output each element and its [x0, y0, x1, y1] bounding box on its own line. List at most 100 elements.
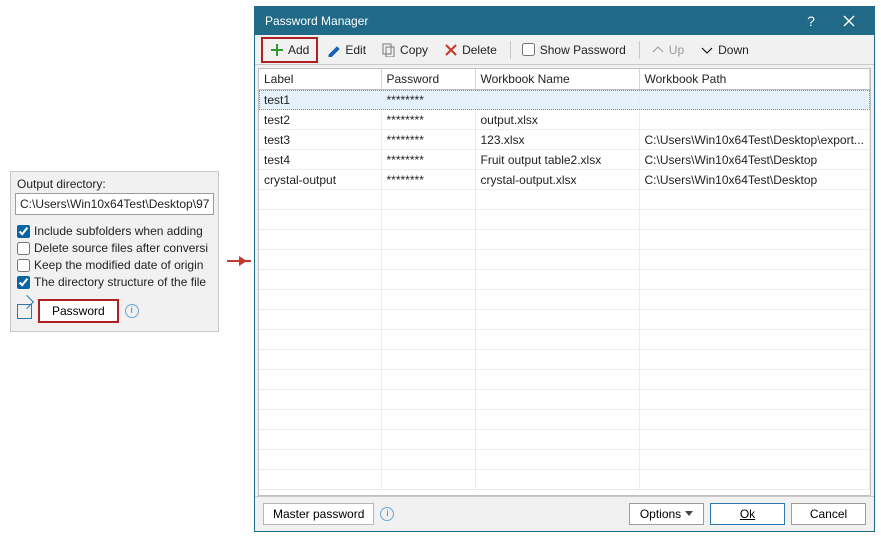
- cell: [381, 310, 475, 330]
- cell: [475, 90, 639, 110]
- chevron-down-icon: [700, 43, 714, 57]
- table-row[interactable]: [259, 350, 870, 370]
- close-button[interactable]: [830, 7, 868, 35]
- checkbox[interactable]: [17, 259, 30, 272]
- up-button[interactable]: Up: [644, 39, 691, 61]
- help-button[interactable]: ?: [792, 7, 830, 35]
- table-row[interactable]: [259, 250, 870, 270]
- cell: [475, 450, 639, 470]
- cell: [475, 290, 639, 310]
- col-password[interactable]: Password: [381, 69, 475, 90]
- table-row[interactable]: [259, 390, 870, 410]
- table-row[interactable]: [259, 210, 870, 230]
- cell: [475, 210, 639, 230]
- cell: [639, 410, 870, 430]
- toolbar: Add Edit Copy Delete Show Password Up Do…: [255, 35, 874, 65]
- cell: [259, 430, 381, 450]
- cell: [639, 230, 870, 250]
- open-external-icon[interactable]: [17, 304, 32, 319]
- table-header: Label Password Workbook Name Workbook Pa…: [259, 69, 870, 90]
- delete-button[interactable]: Delete: [437, 39, 504, 61]
- pencil-icon: [327, 43, 341, 57]
- cell: [639, 270, 870, 290]
- cell: test4: [259, 150, 381, 170]
- cell: [475, 350, 639, 370]
- btn-label: Edit: [345, 43, 366, 57]
- check-delete-source[interactable]: Delete source files after conversi: [17, 241, 214, 255]
- cell: [259, 410, 381, 430]
- copy-icon: [382, 43, 396, 57]
- cell: [381, 250, 475, 270]
- master-password-button[interactable]: Master password: [263, 503, 374, 525]
- check-label: Delete source files after conversi: [34, 241, 208, 255]
- cancel-button[interactable]: Cancel: [791, 503, 866, 525]
- password-button[interactable]: Password: [38, 299, 119, 323]
- separator: [510, 41, 511, 59]
- table-row[interactable]: [259, 370, 870, 390]
- password-table[interactable]: Label Password Workbook Name Workbook Pa…: [258, 68, 871, 496]
- check-label: Include subfolders when adding: [34, 224, 203, 238]
- down-button[interactable]: Down: [693, 39, 756, 61]
- checkbox[interactable]: [522, 43, 535, 56]
- table-row[interactable]: [259, 410, 870, 430]
- table-row[interactable]: [259, 450, 870, 470]
- cell: [259, 330, 381, 350]
- cell: [381, 430, 475, 450]
- check-directory-structure[interactable]: The directory structure of the file: [17, 275, 214, 289]
- check-keep-modified-date[interactable]: Keep the modified date of origin: [17, 258, 214, 272]
- cell: [381, 230, 475, 250]
- show-password-toggle[interactable]: Show Password: [515, 39, 633, 61]
- cell: Fruit output table2.xlsx: [475, 150, 639, 170]
- info-icon[interactable]: i: [380, 507, 394, 521]
- check-include-subfolders[interactable]: Include subfolders when adding: [17, 224, 214, 238]
- cell: ********: [381, 170, 475, 190]
- table-row[interactable]: crystal-output********crystal-output.xls…: [259, 170, 870, 190]
- output-directory-label: Output directory:: [17, 177, 214, 191]
- checkbox[interactable]: [17, 276, 30, 289]
- cell: [259, 470, 381, 490]
- copy-button[interactable]: Copy: [375, 39, 435, 61]
- table-row[interactable]: [259, 330, 870, 350]
- ok-button[interactable]: Ok: [710, 503, 785, 525]
- add-button[interactable]: Add: [261, 37, 318, 63]
- btn-label: Copy: [400, 43, 428, 57]
- output-directory-field[interactable]: C:\Users\Win10x64Test\Desktop\97: [15, 193, 214, 215]
- table-row[interactable]: [259, 310, 870, 330]
- cell: [639, 470, 870, 490]
- output-settings-panel: Output directory: C:\Users\Win10x64Test\…: [10, 171, 219, 332]
- table-row[interactable]: test2********output.xlsx: [259, 110, 870, 130]
- table-row[interactable]: [259, 290, 870, 310]
- cell: [639, 90, 870, 110]
- cell: C:\Users\Win10x64Test\Desktop: [639, 150, 870, 170]
- edit-button[interactable]: Edit: [320, 39, 373, 61]
- cell: 123.xlsx: [475, 130, 639, 150]
- table-row[interactable]: [259, 190, 870, 210]
- table-row[interactable]: test4********Fruit output table2.xlsxC:\…: [259, 150, 870, 170]
- table-row[interactable]: [259, 270, 870, 290]
- table-row[interactable]: [259, 470, 870, 490]
- info-icon[interactable]: i: [125, 304, 139, 318]
- delete-icon: [444, 43, 458, 57]
- cell: [639, 210, 870, 230]
- table-row[interactable]: [259, 430, 870, 450]
- btn-label: Up: [669, 43, 684, 57]
- cell: [639, 290, 870, 310]
- table-row[interactable]: test1********: [259, 90, 870, 110]
- col-label[interactable]: Label: [259, 69, 381, 90]
- col-workbook-name[interactable]: Workbook Name: [475, 69, 639, 90]
- table-row[interactable]: test3********123.xlsxC:\Users\Win10x64Te…: [259, 130, 870, 150]
- table-row[interactable]: [259, 230, 870, 250]
- cell: [381, 390, 475, 410]
- cell: [475, 410, 639, 430]
- cell: output.xlsx: [475, 110, 639, 130]
- cell: [259, 290, 381, 310]
- cell: [259, 390, 381, 410]
- checkbox[interactable]: [17, 242, 30, 255]
- checkbox[interactable]: [17, 225, 30, 238]
- col-workbook-path[interactable]: Workbook Path: [639, 69, 870, 90]
- cell: [259, 190, 381, 210]
- options-button[interactable]: Options: [629, 503, 704, 525]
- cell: crystal-output.xlsx: [475, 170, 639, 190]
- cell: [259, 350, 381, 370]
- cell: ********: [381, 90, 475, 110]
